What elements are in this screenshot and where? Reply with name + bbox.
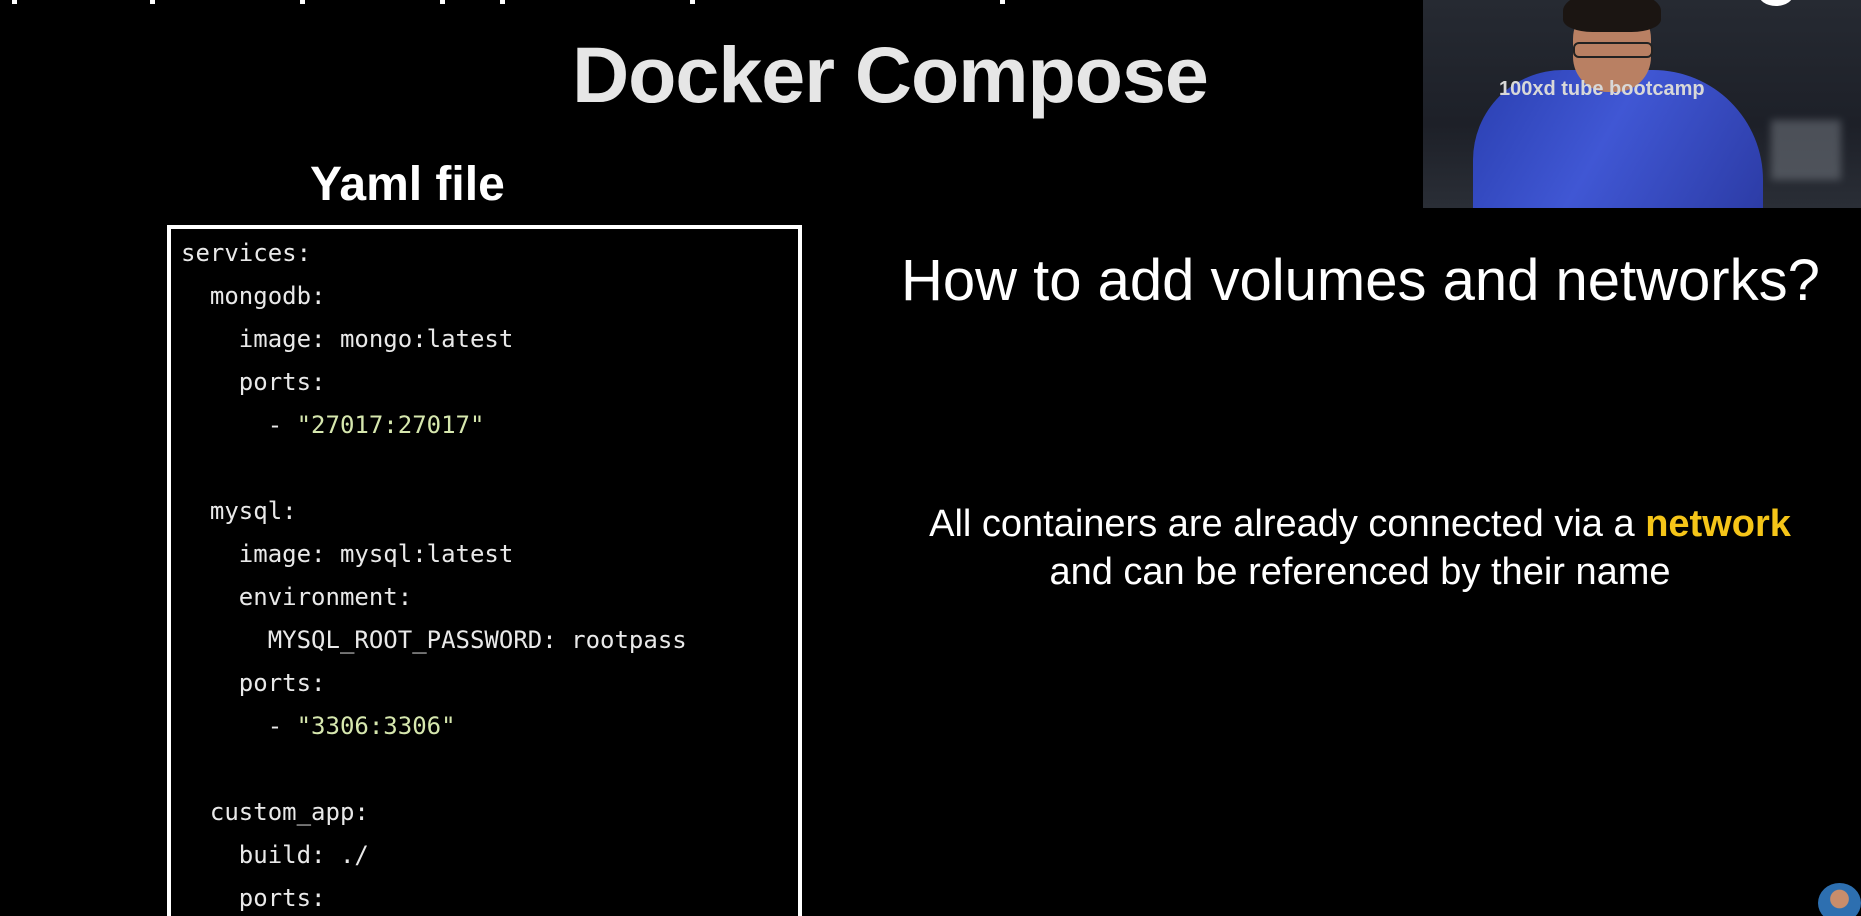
- code-line: services:: [181, 239, 312, 267]
- background-screen: [1771, 120, 1841, 180]
- webcam-banner-text: 100xd tube bootcamp: [1499, 78, 1705, 100]
- code-line: environment:: [181, 583, 413, 611]
- top-progress-strip: [0, 0, 1400, 4]
- explanation-line2: and can be referenced by their name: [1049, 551, 1671, 593]
- code-line: - "27017:27017": [181, 411, 485, 439]
- string-literal: "27017:27017": [296, 411, 485, 439]
- code-line: mysql:: [181, 497, 297, 525]
- glasses-icon: [1573, 42, 1653, 58]
- code-line: MYSQL_ROOT_PASSWORD: rootpass: [181, 626, 687, 654]
- channel-avatar[interactable]: [1818, 883, 1861, 916]
- slide-title: Docker Compose: [572, 30, 1209, 119]
- code-line: custom_app:: [181, 798, 369, 826]
- yaml-file-heading: Yaml file: [310, 158, 505, 211]
- presenter-hair: [1563, 0, 1661, 32]
- code-line: build: ./: [181, 841, 369, 869]
- code-line: - "3306:3306": [181, 712, 456, 740]
- network-highlight: network: [1645, 503, 1791, 545]
- explanation-line1: All containers are already connected via…: [929, 503, 1646, 545]
- network-explanation: All containers are already connected via…: [880, 500, 1840, 596]
- yaml-code-block: services: mongodb: image: mongo:latest p…: [167, 225, 802, 916]
- volumes-networks-question: How to add volumes and networks?: [901, 248, 1820, 313]
- code-line: mongodb:: [181, 282, 326, 310]
- code-line: image: mysql:latest: [181, 540, 514, 568]
- presentation-slide: Docker Compose Yaml file services: mongo…: [0, 0, 1861, 916]
- string-literal: "3306:3306": [296, 712, 456, 740]
- code-line: ports:: [181, 884, 326, 912]
- presenter-webcam: 100xd tube bootcamp: [1423, 0, 1861, 208]
- code-line: image: mongo:latest: [181, 325, 514, 353]
- code-line: ports:: [181, 368, 326, 396]
- code-line: ports:: [181, 669, 326, 697]
